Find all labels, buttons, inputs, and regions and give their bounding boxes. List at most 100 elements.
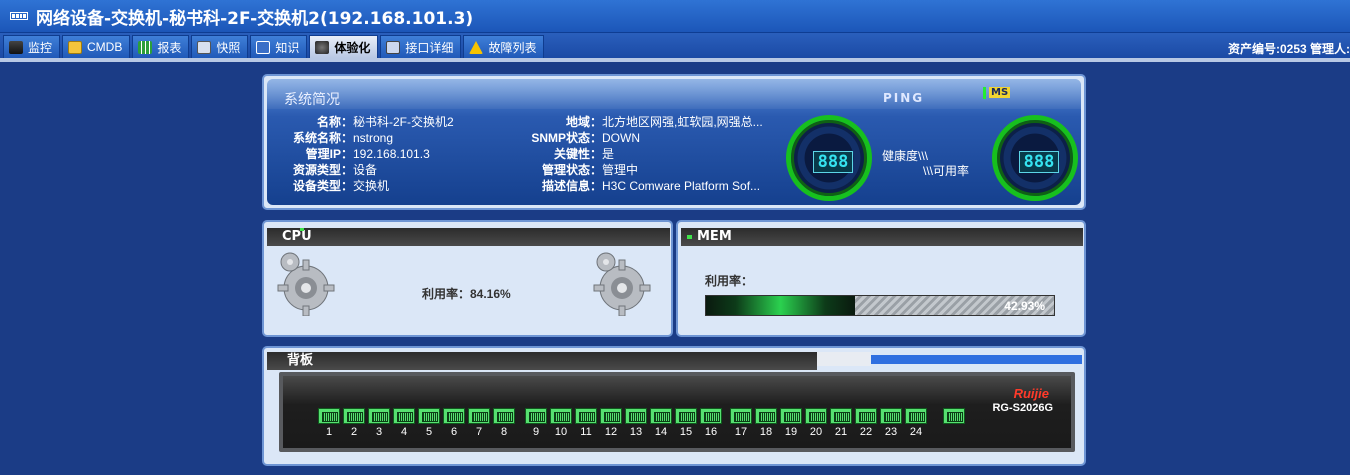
tab-report[interactable]: 报表 — [132, 35, 190, 58]
tab-snapshot[interactable]: 快照 — [191, 35, 249, 58]
tab-monitor[interactable]: 监控 — [3, 35, 61, 58]
switch-port[interactable] — [468, 408, 490, 424]
backplane-gap — [817, 352, 871, 366]
switch-port[interactable] — [368, 408, 390, 424]
tab-experience[interactable]: 体验化 — [309, 35, 379, 58]
port-number: 2 — [350, 426, 358, 438]
switch-port[interactable] — [393, 408, 415, 424]
info-snmp: SNMP状态：DOWN — [495, 129, 640, 146]
gear-icon — [277, 252, 335, 316]
cpu-panel: CPU 利用率：84.16% — [262, 220, 673, 337]
info-value: 是 — [602, 147, 615, 161]
switch-port[interactable] — [700, 408, 722, 424]
switch-port[interactable] — [730, 408, 752, 424]
switch-port[interactable] — [675, 408, 697, 424]
ping-label: PING — [883, 91, 925, 105]
switch-port[interactable] — [550, 408, 572, 424]
switch-port[interactable] — [755, 408, 777, 424]
tab-interface-detail[interactable]: 接口详细 — [380, 35, 462, 58]
knowledge-icon — [256, 40, 271, 54]
mem-progress-fill — [706, 296, 856, 315]
window-title: 网络设备-交换机-秘书科-2F-交换机2(192.168.101.3) — [36, 8, 474, 29]
port-number: 22 — [859, 426, 873, 438]
switch-port[interactable] — [525, 408, 547, 424]
info-value: 192.168.101.3 — [353, 147, 430, 161]
cpu-header: CPU — [267, 228, 670, 246]
tab-label: 监控 — [28, 40, 53, 55]
info-value: 秘书科-2F-交换机2 — [353, 115, 454, 129]
mem-header: MEM — [681, 228, 1083, 246]
info-value: 设备 — [353, 163, 378, 177]
port-number: 7 — [475, 426, 483, 438]
switch-port[interactable] — [343, 408, 365, 424]
experience-icon — [315, 40, 330, 54]
switch-port[interactable] — [880, 408, 902, 424]
health-gauge: 888 — [786, 115, 872, 201]
info-value: 管理中 — [602, 163, 639, 177]
switch-port[interactable] — [600, 408, 622, 424]
port-number: 9 — [532, 426, 540, 438]
switch-port[interactable] — [625, 408, 647, 424]
switch-port[interactable] — [443, 408, 465, 424]
summary-title: 系统简况 — [284, 92, 340, 108]
mem-percent: 42.93% — [1004, 299, 1045, 313]
switch-port[interactable] — [575, 408, 597, 424]
port-number: 4 — [400, 426, 408, 438]
port-number: 5 — [425, 426, 433, 438]
info-label: 系统名称： — [292, 131, 353, 145]
switch-port[interactable] — [905, 408, 927, 424]
info-label: 资源类型： — [292, 163, 353, 177]
availability-readout: 888 — [1019, 151, 1059, 173]
port-number: 12 — [604, 426, 618, 438]
info-label: 名称： — [316, 115, 353, 129]
info-value: 交换机 — [353, 179, 390, 193]
port-number: 8 — [500, 426, 508, 438]
monitor-icon — [386, 40, 401, 54]
switch-port[interactable] — [830, 408, 852, 424]
info-value: 北方地区网强,虹软园,网强总... — [602, 115, 763, 129]
info-value: DOWN — [602, 131, 640, 145]
switch-port[interactable] — [650, 408, 672, 424]
port-number: 14 — [654, 426, 668, 438]
tab-cmdb[interactable]: CMDB — [62, 35, 131, 58]
switch-port[interactable] — [493, 408, 515, 424]
window-title-bar: 网络设备-交换机-秘书科-2F-交换机2(192.168.101.3) — [0, 0, 1350, 33]
device-model: RG-S2026G — [992, 402, 1053, 414]
info-region: 地域：北方地区网强,虹软园,网强总... — [495, 113, 763, 130]
switch-port[interactable] — [805, 408, 827, 424]
info-label: 设备类型： — [292, 179, 353, 193]
backplane-bar-right — [871, 355, 1082, 364]
tab-label: 接口详细 — [405, 40, 454, 55]
summary-panel: 系统简况 名称：秘书科-2F-交换机2 系统名称：nstrong 管理IP：19… — [262, 74, 1086, 210]
tab-label: 知识 — [275, 40, 300, 55]
tab-knowledge[interactable]: 知识 — [250, 35, 308, 58]
port-number: 23 — [884, 426, 898, 438]
tab-fault-list[interactable]: 故障列表 — [463, 35, 545, 58]
health-readout: 888 — [813, 151, 853, 173]
health-label: 健康度\\\ — [882, 149, 929, 163]
port-number: 17 — [734, 426, 748, 438]
switch-port[interactable] — [943, 408, 965, 424]
availability-gauge: 888 — [992, 115, 1078, 201]
mem-usage-label: 利用率： — [705, 274, 754, 288]
backplane-header: 背板 — [267, 352, 817, 370]
switch-port[interactable] — [780, 408, 802, 424]
port-number: 13 — [629, 426, 643, 438]
summary-inner: 系统简况 名称：秘书科-2F-交换机2 系统名称：nstrong 管理IP：19… — [267, 79, 1081, 205]
switch-device: Ruijie RG-S2026G 1 2 3 4 5 6 7 8 9 10 11 12 13 14 15 16… — [279, 372, 1075, 452]
backplane-panel: 背板 Ruijie RG-S2026G 1 2 3 4 5 6 7 8 9 10 11 12 13 14 1… — [262, 346, 1086, 466]
device-icon — [10, 12, 28, 20]
info-label: 描述信息： — [541, 179, 602, 193]
switch-port[interactable] — [855, 408, 877, 424]
ms-label: MS — [989, 87, 1011, 98]
info-value: H3C Comware Platform Sof... — [602, 179, 761, 193]
port-number: 24 — [909, 426, 923, 438]
info-ip: 管理IP：192.168.101.3 — [267, 145, 430, 162]
tab-label: 故障列表 — [488, 40, 537, 55]
info-label: 关键性： — [553, 147, 602, 161]
availability-label: \\\可用率 — [923, 164, 970, 178]
port-number: 15 — [679, 426, 693, 438]
switch-port[interactable] — [418, 408, 440, 424]
switch-port[interactable] — [318, 408, 340, 424]
asset-info: 资产编号:0253 管理人: — [1227, 42, 1350, 56]
